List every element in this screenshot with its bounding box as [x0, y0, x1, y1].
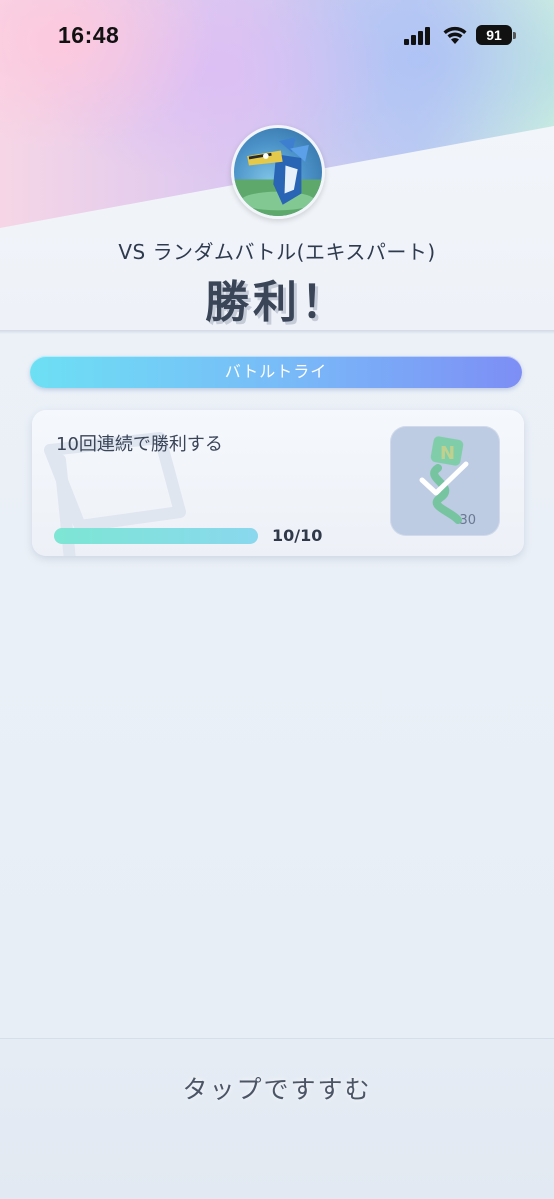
status-bar: 16:48 91: [0, 0, 554, 74]
pokemon-avatar-icon: [234, 137, 322, 216]
battery-icon: 91: [476, 25, 516, 45]
battle-result-screen[interactable]: 16:48 91 VS ランダムバトル(エキスパート) 勝利！ バトルトライ 1…: [0, 0, 554, 1199]
battle-mode-label: VS ランダムバトル(エキスパート): [118, 240, 436, 264]
mission-card: 10回連続で勝利する 10/10 N 30: [32, 410, 524, 556]
mission-progress-bar: [54, 528, 258, 544]
tap-to-continue[interactable]: タップですすむ: [0, 1070, 554, 1106]
checkmark-icon: [419, 461, 469, 496]
footer-bar[interactable]: [0, 1038, 554, 1199]
battle-try-header: バトルトライ: [30, 356, 522, 388]
wifi-icon: [443, 26, 467, 44]
header-divider: [0, 330, 554, 334]
cellular-signal-icon: [404, 27, 434, 45]
mission-description: 10回連続で勝利する: [56, 434, 223, 455]
status-time: 16:48: [58, 22, 120, 48]
mission-progress-text: 10/10: [272, 526, 323, 545]
result-title: 勝利！: [205, 277, 349, 328]
mission-progress-fill: [54, 528, 258, 544]
reward-count: 30: [459, 513, 476, 528]
reward-item: N 30: [390, 426, 500, 536]
pokemon-avatar: [231, 125, 325, 219]
